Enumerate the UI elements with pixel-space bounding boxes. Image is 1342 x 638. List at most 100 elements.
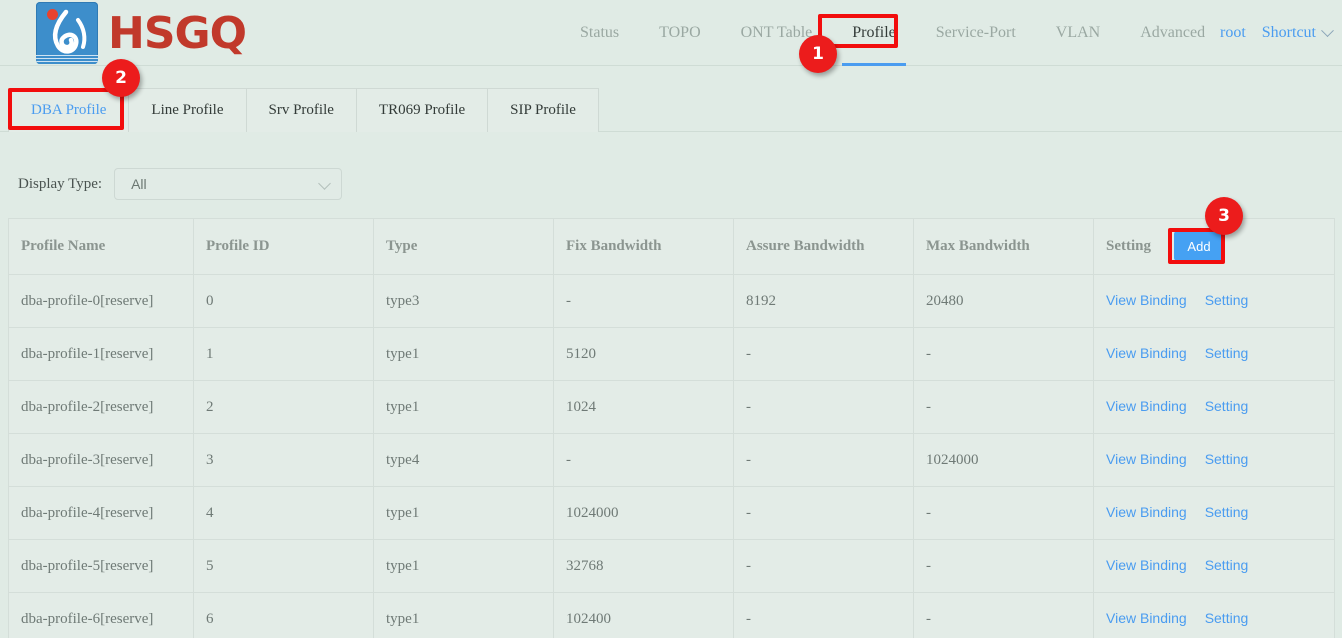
cell-profile-name: dba-profile-1[reserve] [9, 328, 194, 381]
table-row[interactable]: dba-profile-5[reserve] 5 type1 32768 - -… [9, 540, 1335, 593]
cell-fix-bandwidth: - [554, 434, 734, 487]
cell-actions: View Binding Setting [1094, 540, 1335, 593]
subtab-bar: DBA Profile Line Profile Srv Profile TR0… [0, 67, 1342, 132]
cell-profile-name: dba-profile-6[reserve] [9, 593, 194, 638]
cell-fix-bandwidth: 102400 [554, 593, 734, 638]
table-row[interactable]: dba-profile-1[reserve] 1 type1 5120 - - … [9, 328, 1335, 381]
cell-assure-bandwidth: - [734, 381, 914, 434]
table-row[interactable]: dba-profile-6[reserve] 6 type1 102400 - … [9, 593, 1335, 638]
nav-item-profile[interactable]: Profile [832, 0, 916, 66]
cell-profile-name: dba-profile-2[reserve] [9, 381, 194, 434]
view-binding-link[interactable]: View Binding [1106, 345, 1187, 361]
column-header-setting: Setting Add [1094, 219, 1335, 275]
column-header-profile-name: Profile Name [9, 219, 194, 275]
cell-profile-id: 0 [194, 275, 374, 328]
table-header-row: Profile Name Profile ID Type Fix Bandwid… [9, 219, 1335, 275]
display-type-value: All [131, 176, 147, 192]
table-row[interactable]: dba-profile-2[reserve] 2 type1 1024 - - … [9, 381, 1335, 434]
setting-link[interactable]: Setting [1205, 451, 1249, 467]
nav-item-ont-table[interactable]: ONT Table [721, 0, 833, 66]
setting-link[interactable]: Setting [1205, 610, 1249, 626]
brand-logo[interactable]: HSGQ [36, 2, 246, 64]
subtab-dba-profile[interactable]: DBA Profile [9, 89, 129, 132]
nav-item-vlan[interactable]: VLAN [1036, 0, 1120, 66]
setting-link[interactable]: Setting [1205, 345, 1249, 361]
cell-profile-name: dba-profile-5[reserve] [9, 540, 194, 593]
cell-type: type1 [374, 593, 554, 638]
cell-profile-id: 6 [194, 593, 374, 638]
setting-link[interactable]: Setting [1205, 504, 1249, 520]
cell-actions: View Binding Setting [1094, 593, 1335, 638]
cell-max-bandwidth: 1024000 [914, 434, 1094, 487]
subtab-srv-profile[interactable]: Srv Profile [247, 89, 357, 132]
hsgq-logo-icon [36, 2, 98, 64]
app-header: HSGQ Status TOPO ONT Table Profile Servi… [0, 0, 1342, 66]
table-row[interactable]: dba-profile-4[reserve] 4 type1 1024000 -… [9, 487, 1335, 540]
subtab-sip-profile[interactable]: SIP Profile [488, 89, 598, 132]
dba-profile-table: Profile Name Profile ID Type Fix Bandwid… [8, 218, 1335, 638]
nav-item-advanced[interactable]: Advanced [1120, 0, 1225, 66]
cell-max-bandwidth: - [914, 487, 1094, 540]
table-row[interactable]: dba-profile-3[reserve] 3 type4 - - 10240… [9, 434, 1335, 487]
column-header-assure-bandwidth: Assure Bandwidth [734, 219, 914, 275]
cell-profile-id: 5 [194, 540, 374, 593]
cell-fix-bandwidth: 1024000 [554, 487, 734, 540]
profile-subtabs: DBA Profile Line Profile Srv Profile TR0… [8, 88, 599, 132]
nav-item-topo[interactable]: TOPO [639, 0, 721, 66]
cell-fix-bandwidth: - [554, 275, 734, 328]
cell-profile-name: dba-profile-0[reserve] [9, 275, 194, 328]
view-binding-link[interactable]: View Binding [1106, 557, 1187, 573]
subtab-line-profile[interactable]: Line Profile [129, 89, 246, 132]
view-binding-link[interactable]: View Binding [1106, 292, 1187, 308]
view-binding-link[interactable]: View Binding [1106, 451, 1187, 467]
cell-max-bandwidth: - [914, 540, 1094, 593]
table-row[interactable]: dba-profile-0[reserve] 0 type3 - 8192 20… [9, 275, 1335, 328]
view-binding-link[interactable]: View Binding [1106, 610, 1187, 626]
add-button[interactable]: Add [1174, 231, 1224, 261]
column-header-max-bandwidth: Max Bandwidth [914, 219, 1094, 275]
main-navigation: Status TOPO ONT Table Profile Service-Po… [560, 0, 1225, 66]
cell-actions: View Binding Setting [1094, 381, 1335, 434]
setting-link[interactable]: Setting [1205, 292, 1249, 308]
dba-profile-table-wrap: Profile Name Profile ID Type Fix Bandwid… [8, 218, 1334, 638]
cell-assure-bandwidth: - [734, 540, 914, 593]
cell-profile-id: 1 [194, 328, 374, 381]
cell-type: type4 [374, 434, 554, 487]
cell-max-bandwidth: 20480 [914, 275, 1094, 328]
cell-profile-id: 4 [194, 487, 374, 540]
display-type-label: Display Type: [18, 176, 102, 193]
cell-profile-id: 3 [194, 434, 374, 487]
column-header-fix-bandwidth: Fix Bandwidth [554, 219, 734, 275]
cell-assure-bandwidth: 8192 [734, 275, 914, 328]
cell-assure-bandwidth: - [734, 593, 914, 638]
cell-type: type1 [374, 487, 554, 540]
page-root: HSGQ Status TOPO ONT Table Profile Servi… [0, 0, 1342, 638]
column-header-type: Type [374, 219, 554, 275]
table-body: dba-profile-0[reserve] 0 type3 - 8192 20… [9, 275, 1335, 638]
chevron-down-icon [1321, 24, 1334, 37]
shortcut-label: Shortcut [1262, 24, 1316, 42]
cell-max-bandwidth: - [914, 381, 1094, 434]
filter-row: Display Type: All [0, 160, 1342, 208]
nav-item-status[interactable]: Status [560, 0, 639, 66]
setting-header-label: Setting [1106, 238, 1151, 254]
nav-item-service-port[interactable]: Service-Port [916, 0, 1036, 66]
display-type-select[interactable]: All [114, 168, 342, 200]
user-navigation: root Shortcut [1220, 0, 1332, 66]
cell-actions: View Binding Setting [1094, 328, 1335, 381]
setting-link[interactable]: Setting [1205, 398, 1249, 414]
cell-profile-name: dba-profile-4[reserve] [9, 487, 194, 540]
setting-link[interactable]: Setting [1205, 557, 1249, 573]
cell-max-bandwidth: - [914, 328, 1094, 381]
brand-name: HSGQ [108, 8, 246, 59]
cell-fix-bandwidth: 5120 [554, 328, 734, 381]
cell-profile-id: 2 [194, 381, 374, 434]
view-binding-link[interactable]: View Binding [1106, 504, 1187, 520]
cell-fix-bandwidth: 32768 [554, 540, 734, 593]
subtab-tr069-profile[interactable]: TR069 Profile [357, 89, 488, 132]
shortcut-menu[interactable]: Shortcut [1262, 24, 1332, 42]
cell-assure-bandwidth: - [734, 434, 914, 487]
view-binding-link[interactable]: View Binding [1106, 398, 1187, 414]
cell-fix-bandwidth: 1024 [554, 381, 734, 434]
current-user-link[interactable]: root [1220, 24, 1246, 42]
